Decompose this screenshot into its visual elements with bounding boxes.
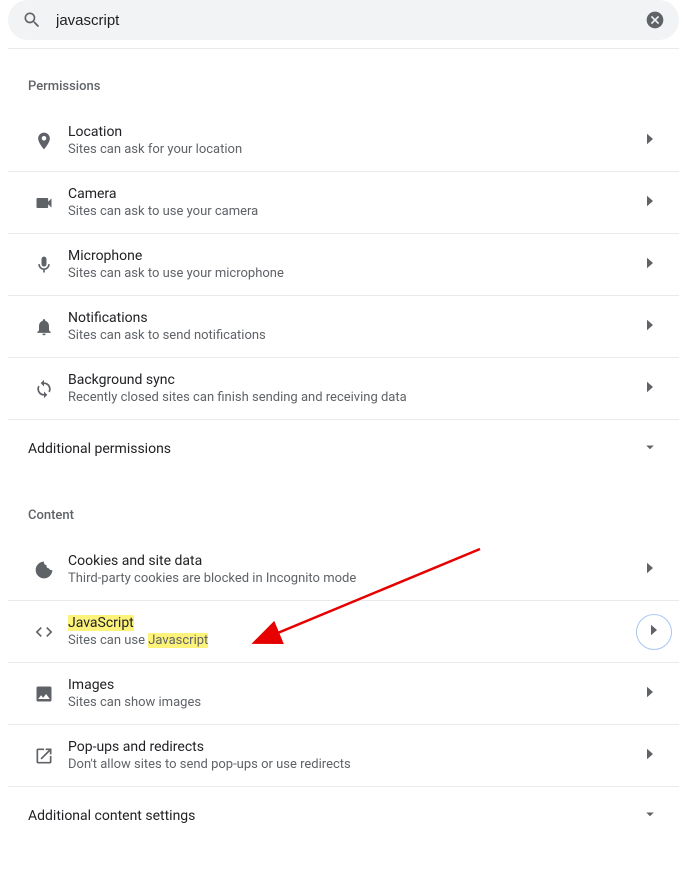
row-sub: Sites can use Javascript — [68, 633, 659, 648]
additional-content-expander[interactable]: Additional content settings — [8, 786, 679, 845]
row-title: Cookies and site data — [68, 553, 641, 569]
row-background-sync[interactable]: Background sync Recently closed sites ca… — [8, 357, 679, 419]
chevron-right-icon — [641, 683, 659, 705]
popup-icon — [24, 746, 64, 766]
search-input[interactable] — [56, 12, 645, 29]
search-bar — [8, 0, 679, 40]
camera-icon — [24, 193, 64, 213]
search-highlight: Javascript — [148, 633, 208, 648]
row-camera[interactable]: Camera Sites can ask to use your camera — [8, 171, 679, 233]
row-title: Images — [68, 677, 641, 693]
row-sub: Don't allow sites to send pop-ups or use… — [68, 757, 641, 772]
row-notifications[interactable]: Notifications Sites can ask to send noti… — [8, 295, 679, 357]
search-highlight: JavaScript — [68, 615, 134, 631]
chevron-right-icon — [641, 316, 659, 338]
row-location[interactable]: Location Sites can ask for your location — [8, 110, 679, 171]
row-title: JavaScript — [68, 615, 659, 631]
row-sub: Sites can ask to use your camera — [68, 204, 641, 219]
chevron-down-icon — [641, 438, 659, 460]
row-javascript[interactable]: JavaScript Sites can use Javascript — [8, 600, 679, 662]
row-sub: Sites can show images — [68, 695, 641, 710]
row-title: Camera — [68, 186, 641, 202]
search-icon — [22, 10, 42, 30]
row-sub: Recently closed sites can finish sending… — [68, 390, 641, 405]
code-icon — [24, 622, 64, 642]
settings-panel: Permissions Location Sites can ask for y… — [8, 48, 679, 845]
row-title: Microphone — [68, 248, 641, 264]
chevron-right-icon — [641, 254, 659, 276]
microphone-icon — [24, 255, 64, 275]
row-sub: Sites can ask for your location — [68, 142, 641, 157]
row-sub: Sites can ask to send notifications — [68, 328, 641, 343]
location-icon — [24, 131, 64, 151]
row-sub: Sites can ask to use your microphone — [68, 266, 641, 281]
row-images[interactable]: Images Sites can show images — [8, 662, 679, 724]
row-title: Pop-ups and redirects — [68, 739, 641, 755]
row-title: Notifications — [68, 310, 641, 326]
bell-icon — [24, 317, 64, 337]
chevron-right-icon — [641, 378, 659, 400]
sync-icon — [24, 379, 64, 399]
row-cookies[interactable]: Cookies and site data Third-party cookie… — [8, 539, 679, 600]
row-title: Location — [68, 124, 641, 140]
additional-permissions-expander[interactable]: Additional permissions — [8, 419, 679, 478]
content-section-title: Content — [8, 478, 679, 539]
expander-label: Additional permissions — [28, 441, 641, 457]
chevron-down-icon — [641, 805, 659, 827]
row-microphone[interactable]: Microphone Sites can ask to use your mic… — [8, 233, 679, 295]
row-popups[interactable]: Pop-ups and redirects Don't allow sites … — [8, 724, 679, 786]
chevron-right-icon — [641, 192, 659, 214]
cookie-icon — [24, 560, 64, 580]
expander-label: Additional content settings — [28, 808, 641, 824]
chevron-right-icon — [645, 621, 663, 643]
chevron-right-icon — [641, 745, 659, 767]
row-sub: Third-party cookies are blocked in Incog… — [68, 571, 641, 586]
clear-search-button[interactable] — [645, 10, 665, 30]
chevron-right-icon — [641, 559, 659, 581]
permissions-section-title: Permissions — [8, 49, 679, 110]
row-title: Background sync — [68, 372, 641, 388]
chevron-right-icon — [641, 130, 659, 152]
image-icon — [24, 684, 64, 704]
highlighted-arrow-circle — [636, 614, 672, 650]
